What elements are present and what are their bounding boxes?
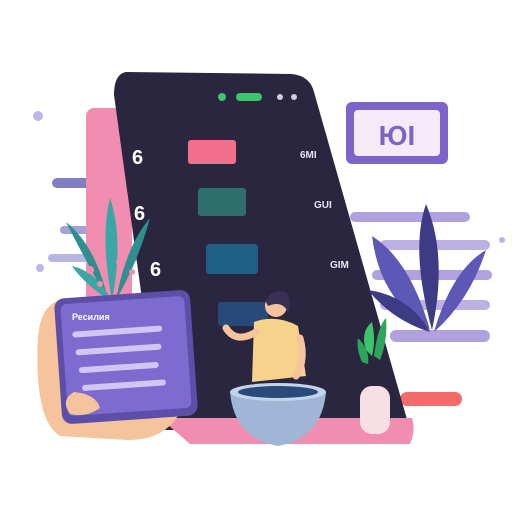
illustration: 6 6 6 6 6MI GUI GIM ЮI — [33, 72, 505, 446]
phone-header: Ресилия — [72, 312, 110, 322]
badge-icon: ЮI — [346, 102, 448, 164]
panel-card-blue — [206, 244, 258, 274]
panel-card-red — [188, 140, 236, 164]
panel-number-2: 6 — [134, 203, 145, 225]
illustration-stage: 6 6 6 6 6MI GUI GIM ЮI — [0, 0, 512, 512]
panel-number-3: 6 — [150, 259, 161, 281]
panel-number-1: 6 — [132, 147, 143, 169]
right-plant — [368, 204, 486, 332]
panel-label-3: GIM — [330, 260, 349, 271]
panel-label-2: GUI — [314, 200, 332, 211]
panel-label-1: 6MI — [300, 150, 317, 161]
panel-card-teal — [198, 188, 246, 216]
badge-text: ЮI — [379, 120, 416, 151]
hand-with-phone: Ресилия — [37, 290, 198, 440]
